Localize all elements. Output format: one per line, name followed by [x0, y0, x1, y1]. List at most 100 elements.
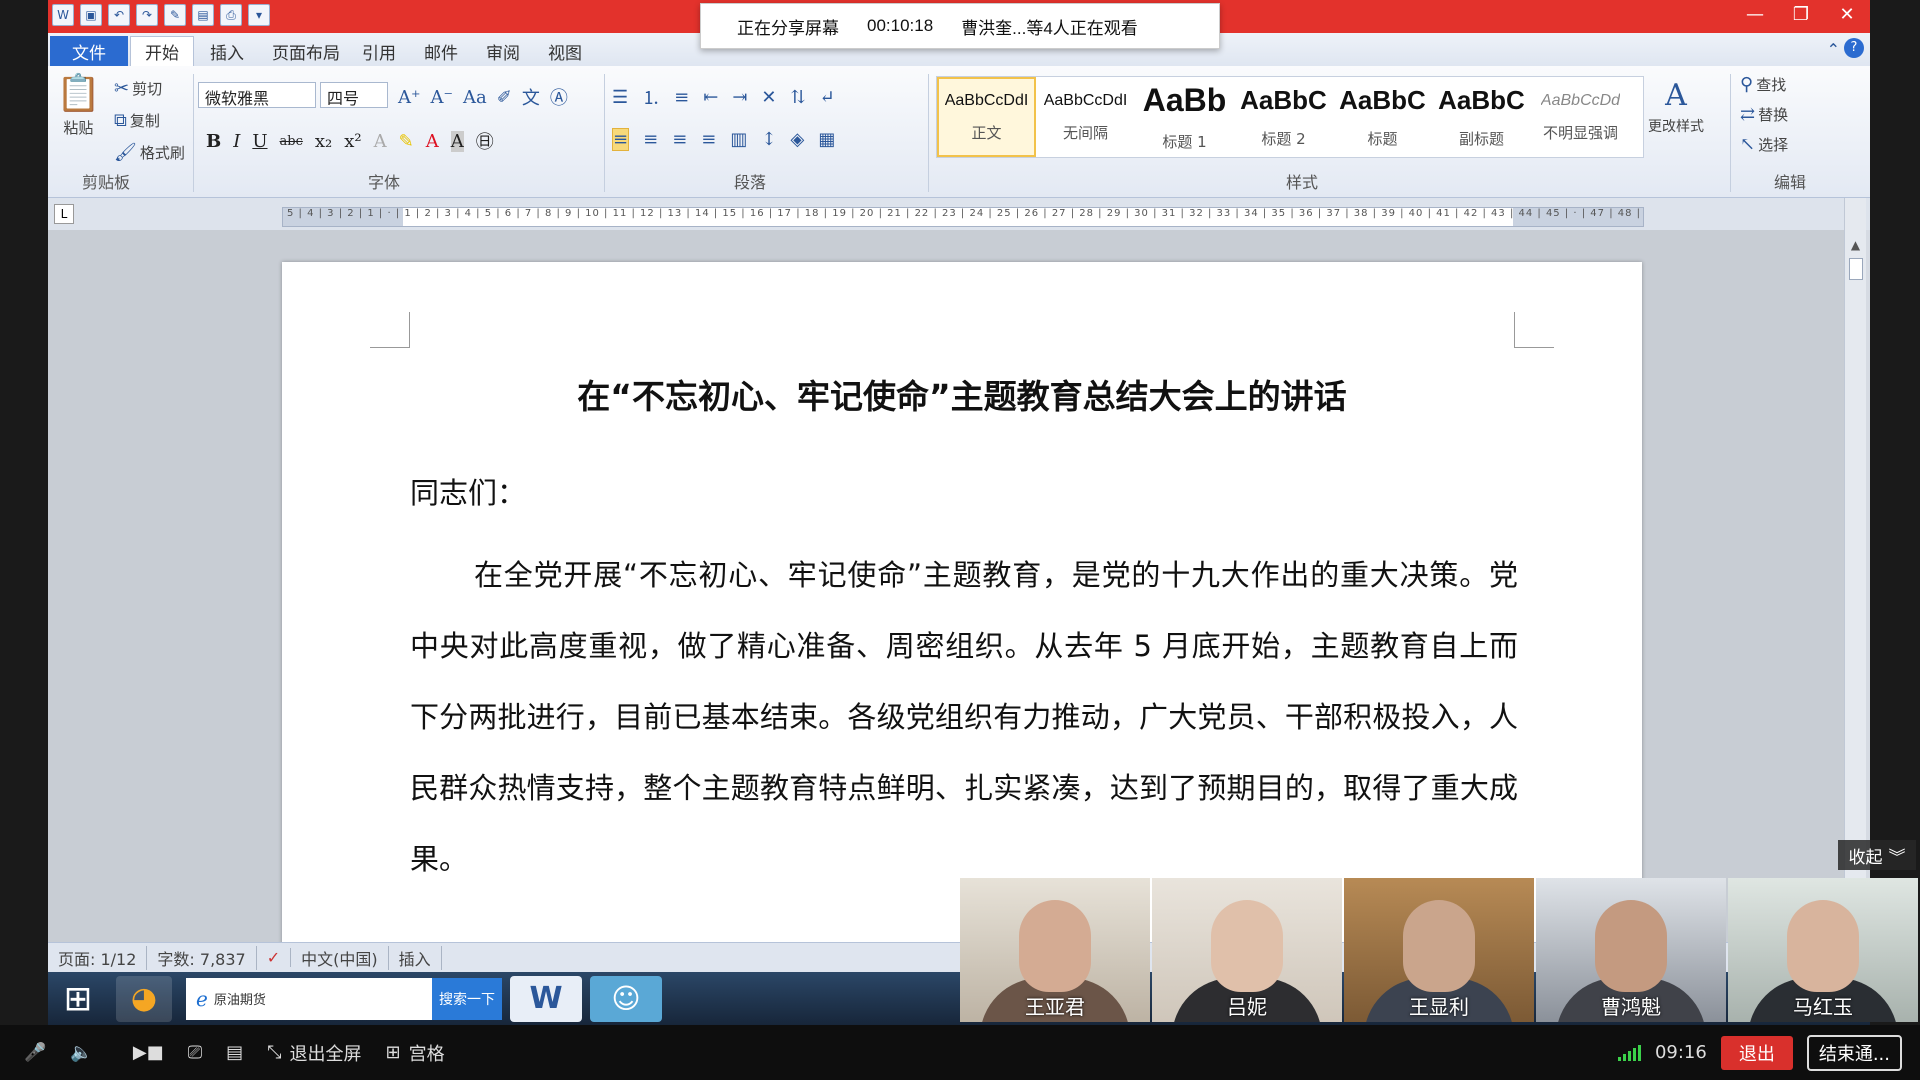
- char-shading-icon[interactable]: A: [450, 130, 464, 152]
- paste-button[interactable]: 📋 粘贴: [56, 72, 101, 138]
- subscript-icon[interactable]: x₂: [315, 131, 332, 152]
- strikethrough-icon[interactable]: abc: [280, 134, 303, 149]
- microphone-icon[interactable]: 🎤: [24, 1042, 46, 1063]
- style-no-spacing[interactable]: AaBbCcDdI 无间隔: [1036, 77, 1135, 157]
- proofing-icon[interactable]: ✓: [257, 948, 292, 967]
- shading-icon[interactable]: ◈: [790, 129, 804, 150]
- help-icon[interactable]: ?: [1844, 38, 1864, 58]
- multilevel-list-icon[interactable]: ≡: [674, 87, 689, 108]
- find-button[interactable]: ⚲ 查找: [1740, 74, 1786, 95]
- text-effects-icon[interactable]: A: [374, 131, 387, 152]
- tab-insert[interactable]: 插入: [196, 36, 258, 66]
- document-page[interactable]: 在“不忘初心、牢记使命”主题教育总结大会上的讲话 同志们： 在全党开展“不忘初心…: [282, 262, 1642, 962]
- chinese-layout-icon[interactable]: ✕: [761, 87, 776, 108]
- clear-format-icon[interactable]: ✐: [497, 87, 512, 108]
- insert-mode[interactable]: 插入: [389, 945, 442, 970]
- superscript-icon[interactable]: x²: [344, 131, 361, 152]
- align-right-icon[interactable]: ≡: [672, 129, 687, 150]
- bullets-icon[interactable]: ☰: [612, 87, 628, 108]
- replace-button[interactable]: ⇄ 替换: [1740, 104, 1788, 125]
- share-screen-icon[interactable]: ⎚: [188, 1042, 202, 1063]
- increase-indent-icon[interactable]: ⇥: [732, 87, 747, 108]
- print-preview-icon[interactable]: ⎙: [220, 4, 242, 26]
- copy-button[interactable]: ⧉ 复制: [114, 110, 160, 131]
- font-size-select[interactable]: 四号: [320, 82, 388, 108]
- style-subtle-emphasis[interactable]: AaBbCcDd 不明显强调: [1531, 77, 1630, 157]
- shrink-font-icon[interactable]: A⁻: [431, 87, 454, 108]
- participant-video[interactable]: 马红玉: [1728, 878, 1918, 1022]
- italic-icon[interactable]: I: [233, 131, 240, 152]
- tab-view[interactable]: 视图: [534, 36, 596, 66]
- vertical-scrollbar[interactable]: ▲: [1844, 198, 1866, 888]
- participant-video[interactable]: 吕妮: [1152, 878, 1342, 1022]
- new-doc-icon[interactable]: ✎: [164, 4, 186, 26]
- collapse-video-button[interactable]: 收起 ︾: [1838, 840, 1916, 870]
- browser-360-icon[interactable]: ◕: [116, 975, 172, 1022]
- justify-icon[interactable]: ≡: [701, 129, 716, 150]
- redo-icon[interactable]: ↷: [136, 4, 158, 26]
- restore-button[interactable]: ❐: [1778, 0, 1824, 28]
- participant-video[interactable]: 王显利: [1344, 878, 1534, 1022]
- char-border-icon[interactable]: Ⓐ: [550, 84, 568, 110]
- taskbar-search-field[interactable]: ℯ 原油期货: [186, 977, 432, 1020]
- style-title[interactable]: AaBbC 标题: [1333, 77, 1432, 157]
- exit-fullscreen-button[interactable]: ⤡ 退出全屏: [267, 1040, 361, 1066]
- camera-icon[interactable]: ▶■: [133, 1042, 164, 1063]
- phonetic-icon[interactable]: 文: [522, 84, 540, 110]
- collapse-ribbon-icon[interactable]: ⌃: [1827, 40, 1840, 59]
- page-count[interactable]: 页面: 1/12: [48, 945, 148, 970]
- font-name-select[interactable]: 微软雅黑: [198, 82, 316, 108]
- underline-icon[interactable]: U: [252, 131, 267, 152]
- decrease-indent-icon[interactable]: ⇤: [703, 87, 718, 108]
- line-spacing-icon[interactable]: ↕: [761, 129, 776, 150]
- participant-video[interactable]: 曹鸿魁: [1536, 878, 1726, 1022]
- word-taskbar-icon[interactable]: W: [510, 975, 582, 1022]
- align-left-icon[interactable]: ≡: [612, 128, 630, 151]
- taskbar-search-button[interactable]: 搜索一下: [432, 977, 502, 1020]
- tab-home[interactable]: 开始: [130, 36, 194, 66]
- sort-icon[interactable]: ⇅: [791, 87, 806, 108]
- borders-icon[interactable]: ▦: [818, 129, 835, 150]
- align-center-icon[interactable]: ≡: [643, 129, 658, 150]
- word-app-icon[interactable]: W: [52, 4, 74, 26]
- enclose-char-icon[interactable]: ㊐: [476, 128, 494, 154]
- style-heading-1[interactable]: AaBb 标题 1: [1135, 77, 1234, 157]
- close-button[interactable]: ✕: [1824, 0, 1870, 28]
- style-normal[interactable]: AaBbCcDdI 正文: [937, 77, 1036, 157]
- format-painter-button[interactable]: 🖌 格式刷: [114, 142, 185, 163]
- change-styles-button[interactable]: A 更改样式: [1648, 78, 1704, 136]
- scroll-thumb[interactable]: [1848, 258, 1863, 280]
- tab-page-layout[interactable]: 页面布局: [258, 36, 354, 66]
- word-count[interactable]: 字数: 7,837: [147, 945, 257, 970]
- tab-stop-selector[interactable]: L: [54, 204, 74, 224]
- tab-review[interactable]: 审阅: [472, 36, 534, 66]
- customize-qat-icon[interactable]: ▾: [248, 4, 270, 26]
- open-folder-icon[interactable]: ▤: [192, 4, 214, 26]
- grid-view-button[interactable]: ⊞ 宫格: [386, 1040, 445, 1066]
- cut-button[interactable]: ✂ 剪切: [114, 78, 162, 99]
- tab-references[interactable]: 引用: [348, 36, 410, 66]
- select-button[interactable]: ↖ 选择: [1740, 134, 1788, 155]
- speaker-icon[interactable]: 🔈: [70, 1042, 92, 1063]
- bold-icon[interactable]: B: [206, 131, 221, 152]
- horizontal-ruler[interactable]: 5 | 4 | 3 | 2 | 1 | · | 1 | 2 | 3 | 4 | …: [282, 207, 1644, 227]
- tab-file[interactable]: 文件: [50, 36, 128, 66]
- minimize-button[interactable]: —: [1732, 0, 1778, 28]
- chat-icon[interactable]: ▤: [226, 1042, 243, 1063]
- highlight-icon[interactable]: ✎: [399, 131, 414, 152]
- change-case-icon[interactable]: Aa: [463, 87, 487, 108]
- leave-meeting-button[interactable]: 退出: [1720, 1035, 1793, 1070]
- style-heading-2[interactable]: AaBbC 标题 2: [1234, 77, 1333, 157]
- tab-mailings[interactable]: 邮件: [410, 36, 472, 66]
- language-indicator[interactable]: 中文(中国): [291, 945, 389, 970]
- style-subtitle[interactable]: AaBbC 副标题: [1432, 77, 1531, 157]
- font-color-icon[interactable]: A: [426, 131, 439, 152]
- save-icon[interactable]: ▣: [80, 4, 102, 26]
- scroll-up-icon[interactable]: ▲: [1845, 238, 1866, 252]
- numbering-icon[interactable]: ⒈: [642, 84, 660, 110]
- undo-icon[interactable]: ↶: [108, 4, 130, 26]
- distributed-icon[interactable]: ▥: [730, 129, 747, 150]
- show-marks-icon[interactable]: ↵: [820, 87, 835, 108]
- participant-video[interactable]: 王亚君: [960, 878, 1150, 1022]
- end-meeting-button[interactable]: 结束通...: [1806, 1034, 1902, 1071]
